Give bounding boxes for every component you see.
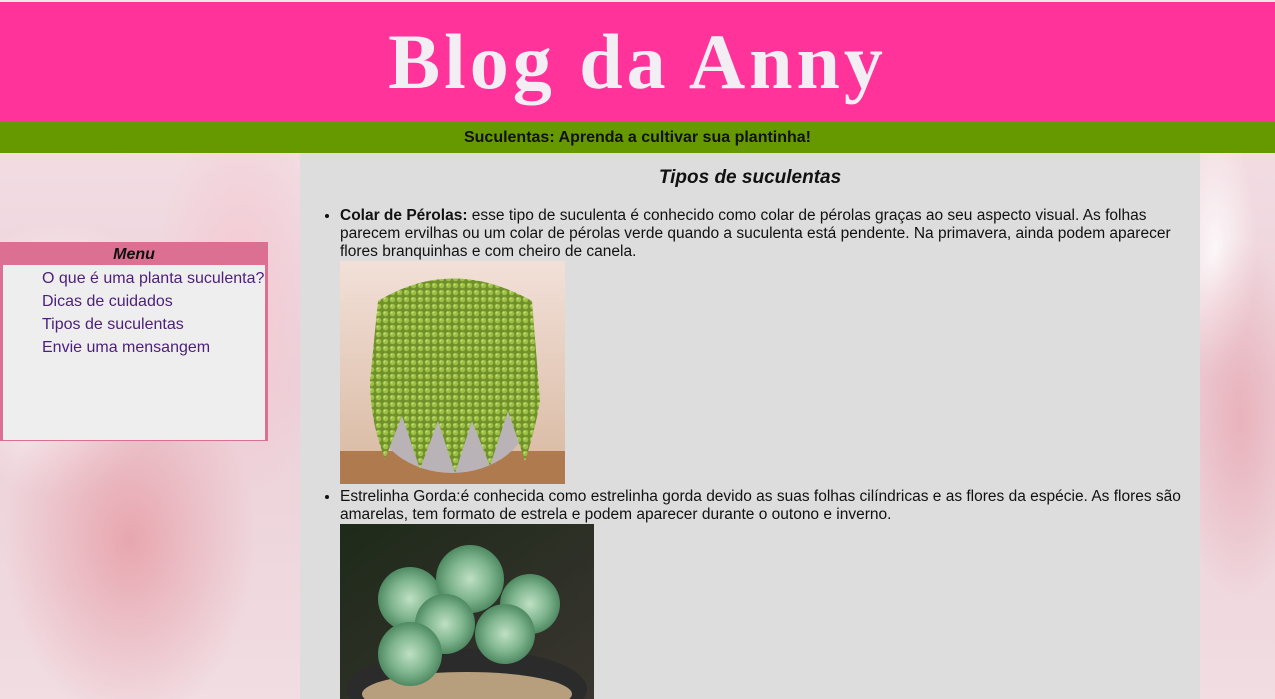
subtitle-bar: Suculentas: Aprenda a cultivar sua plant… — [0, 122, 1275, 153]
entry-text: Estrelinha Gorda:é conhecida como estrel… — [340, 488, 1181, 523]
site-header: Blog da Anny — [0, 2, 1275, 122]
main-content: Tipos de suculentas Colar de Pérolas: es… — [300, 153, 1200, 699]
site-title: Blog da Anny — [388, 18, 887, 105]
list-item: Colar de Pérolas: esse tipo de suculenta… — [340, 207, 1200, 484]
sidebar-menu: Menu O que é uma planta suculenta? Dicas… — [0, 242, 268, 441]
content-heading: Tipos de suculentas — [658, 167, 842, 188]
string-of-pearls-photo — [340, 261, 565, 484]
subtitle-text: Suculentas: Aprenda a cultivar sua plant… — [463, 128, 812, 146]
menu-item-send-message[interactable]: Envie uma mensangem — [3, 336, 265, 359]
succulent-list: Colar de Pérolas: esse tipo de suculenta… — [300, 207, 1200, 699]
menu-list: O que é uma planta suculenta? Dicas de c… — [3, 265, 265, 440]
sedum-photo — [340, 524, 594, 699]
menu-item-care-tips[interactable]: Dicas de cuidados — [3, 290, 265, 313]
menu-title: Menu — [113, 246, 155, 263]
list-item: Estrelinha Gorda:é conhecida como estrel… — [340, 488, 1200, 699]
entry-name: Colar de Pérolas: — [340, 207, 468, 224]
menu-item-what-is-succulent[interactable]: O que é uma planta suculenta? — [3, 267, 265, 290]
menu-item-types[interactable]: Tipos de suculentas — [3, 313, 265, 336]
